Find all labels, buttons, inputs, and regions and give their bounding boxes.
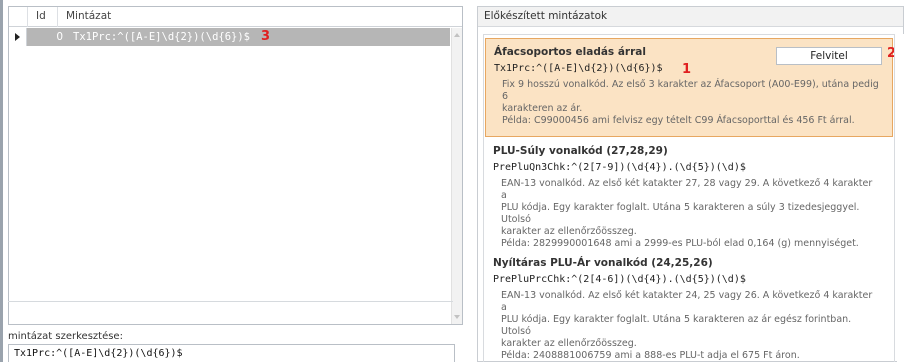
description-line: Fix 9 hosszú vonalkód. Az első 3 karakte… bbox=[502, 79, 879, 102]
prepared-item-pattern: PrePluPrcChk:^(2[4-6])(\d{4}).(\d{5})(\d… bbox=[493, 274, 746, 285]
table-row[interactable]: 0 Tx1Prc:^([A-E]\d{2})(\d{6})$ bbox=[9, 28, 450, 46]
prepared-patterns-panel: Előkészített mintázatok Áfacsoportos ela… bbox=[477, 6, 904, 362]
prepared-item-plu-weight[interactable]: PLU-Súly vonalkód (27,28,29) PrePluQn3Ch… bbox=[485, 145, 893, 249]
grid-vertical-scrollbar[interactable] bbox=[451, 28, 462, 324]
description-line: EAN-13 vonalkód. Az első két katakter 24… bbox=[501, 290, 873, 313]
description-line: Példa: 2829990001648 ami a 2999-es PLU-b… bbox=[501, 238, 859, 249]
pattern-editor-label: mintázat szerkesztése: bbox=[8, 331, 123, 342]
column-header-id[interactable]: Id bbox=[27, 7, 57, 27]
current-row-arrow-icon bbox=[15, 33, 20, 41]
prepared-item-pattern: PrePluQn3Chk:^(2[7-9])(\d{4}).(\d{5})(\d… bbox=[493, 162, 746, 173]
prepared-patterns-list[interactable]: Áfacsoportos eladás árral Felvitel 2 Tx1… bbox=[483, 34, 895, 362]
description-line: karakter az ellenőrzőösszeg. bbox=[501, 338, 637, 349]
prepared-item-pattern: Tx1Prc:^([A-E]\d{2})(\d{6})$ bbox=[494, 63, 663, 74]
row-id-cell[interactable]: 0 bbox=[27, 28, 67, 46]
prepared-item-plu-price[interactable]: Nyíltáras PLU-Ár vonalkód (24,25,26) Pre… bbox=[485, 257, 893, 361]
row-pattern-cell[interactable]: Tx1Prc:^([A-E]\d{2})(\d{6})$ bbox=[73, 28, 250, 46]
prepared-item-title: Nyíltáras PLU-Ár vonalkód (24,25,26) bbox=[493, 257, 713, 269]
description-line: karakter az ellenőrzőösszeg. bbox=[501, 226, 637, 237]
prepared-item-title: Áfacsoportos eladás árral bbox=[494, 46, 646, 58]
prepared-item-description: EAN-13 vonalkód. Az első két katakter 27… bbox=[501, 178, 881, 250]
prepared-list-scrollbar[interactable] bbox=[897, 34, 904, 362]
row-indicator bbox=[9, 28, 27, 46]
pattern-editor-input[interactable]: Tx1Prc:^([A-E]\d{2})(\d{6})$ bbox=[8, 344, 455, 362]
window-frame-edge bbox=[0, 0, 3, 362]
column-header-pattern[interactable]: Mintázat bbox=[57, 7, 462, 27]
prepared-item-description: EAN-13 vonalkód. Az első két katakter 24… bbox=[501, 290, 881, 362]
annotation-marker-2: 2 bbox=[887, 46, 894, 61]
description-line: Példa: 2408881006759 ami a 888-es PLU-t … bbox=[501, 350, 800, 361]
grid-header: Id Mintázat bbox=[9, 7, 462, 27]
prepared-item-vat-price[interactable]: Áfacsoportos eladás árral Felvitel 2 Tx1… bbox=[485, 38, 894, 137]
description-line: PLU kódja. Egy karakter foglalt. Utána 5… bbox=[501, 202, 860, 225]
scroll-down-arrow-icon[interactable] bbox=[454, 315, 460, 319]
prepared-patterns-title: Előkészített mintázatok bbox=[478, 7, 903, 27]
add-pattern-button[interactable]: Felvitel bbox=[776, 47, 882, 65]
description-line: Példa: C99000456 ami felvisz egy tételt … bbox=[502, 115, 855, 126]
grid-horizontal-divider bbox=[8, 301, 453, 302]
prepared-item-title: PLU-Súly vonalkód (27,28,29) bbox=[493, 145, 668, 157]
annotation-marker-1: 1 bbox=[682, 62, 692, 77]
prepared-item-description: Fix 9 hosszú vonalkód. Az első 3 karakte… bbox=[502, 79, 882, 127]
patterns-grid[interactable]: Id Mintázat 0 Tx1Prc:^([A-E]\d{2})(\d{6}… bbox=[8, 6, 463, 325]
row-indicator-header bbox=[9, 7, 27, 27]
scroll-up-arrow-icon[interactable] bbox=[454, 33, 460, 37]
description-line: EAN-13 vonalkód. Az első két katakter 27… bbox=[501, 178, 873, 201]
annotation-marker-3: 3 bbox=[261, 29, 271, 44]
description-line: PLU kódja. Egy karakter foglalt. Utána 5… bbox=[501, 314, 852, 337]
description-line: karakteren az ár. bbox=[502, 103, 583, 114]
